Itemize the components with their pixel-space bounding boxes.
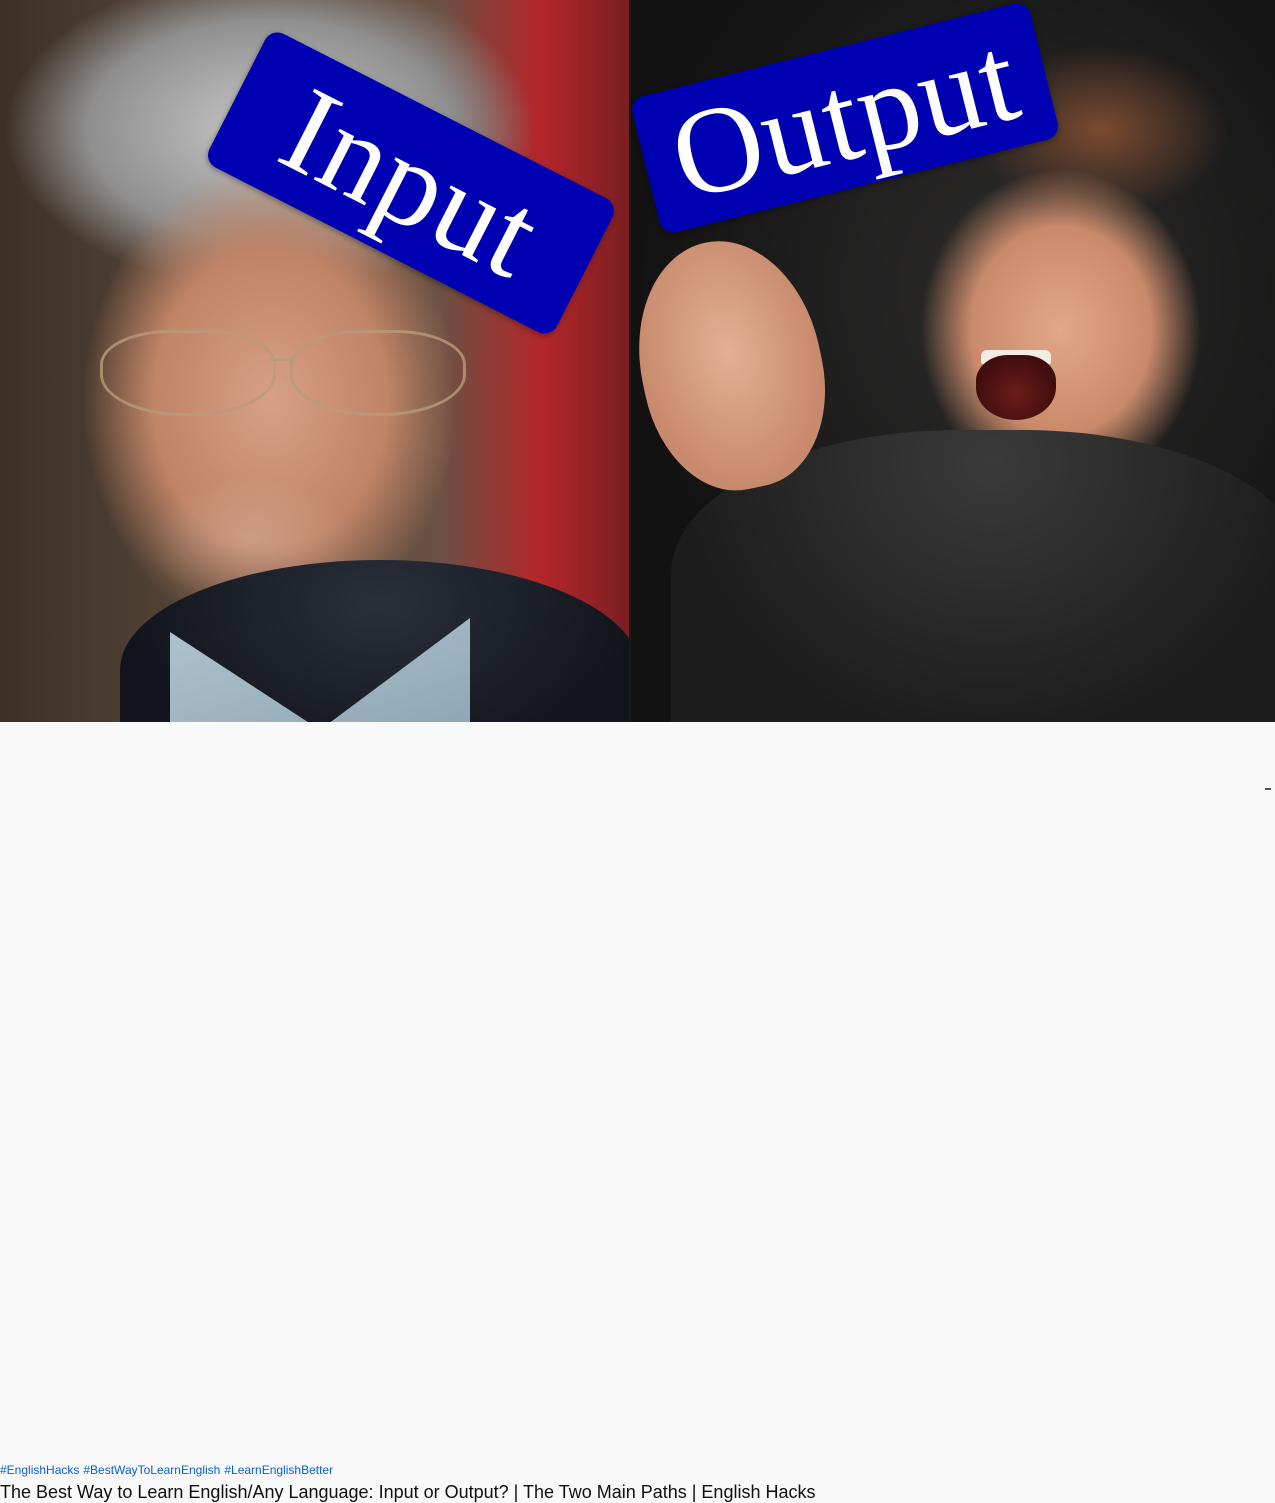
hashtag-link[interactable]: #EnglishHacks xyxy=(0,1463,79,1477)
video-thumbnail[interactable]: Input Output xyxy=(0,0,1275,722)
hashtag-link[interactable]: #BestWayToLearnEnglish xyxy=(83,1463,220,1477)
video-info: #EnglishHacks #BestWayToLearnEnglish #Lear… xyxy=(0,722,1275,1502)
hashtag-link[interactable]: #LearnEnglishBetter xyxy=(224,1463,333,1477)
glasses xyxy=(60,330,500,420)
glasses-bridge xyxy=(270,358,292,361)
glasses-lens-left xyxy=(100,330,276,416)
hashtag-list: #EnglishHacks #BestWayToLearnEnglish #Lear… xyxy=(0,1463,337,1477)
video-title: The Best Way to Learn English/Any Langua… xyxy=(0,1482,816,1502)
glasses-lens-right xyxy=(290,330,466,416)
open-mouth xyxy=(976,355,1056,420)
scroll-indicator xyxy=(1265,788,1271,790)
